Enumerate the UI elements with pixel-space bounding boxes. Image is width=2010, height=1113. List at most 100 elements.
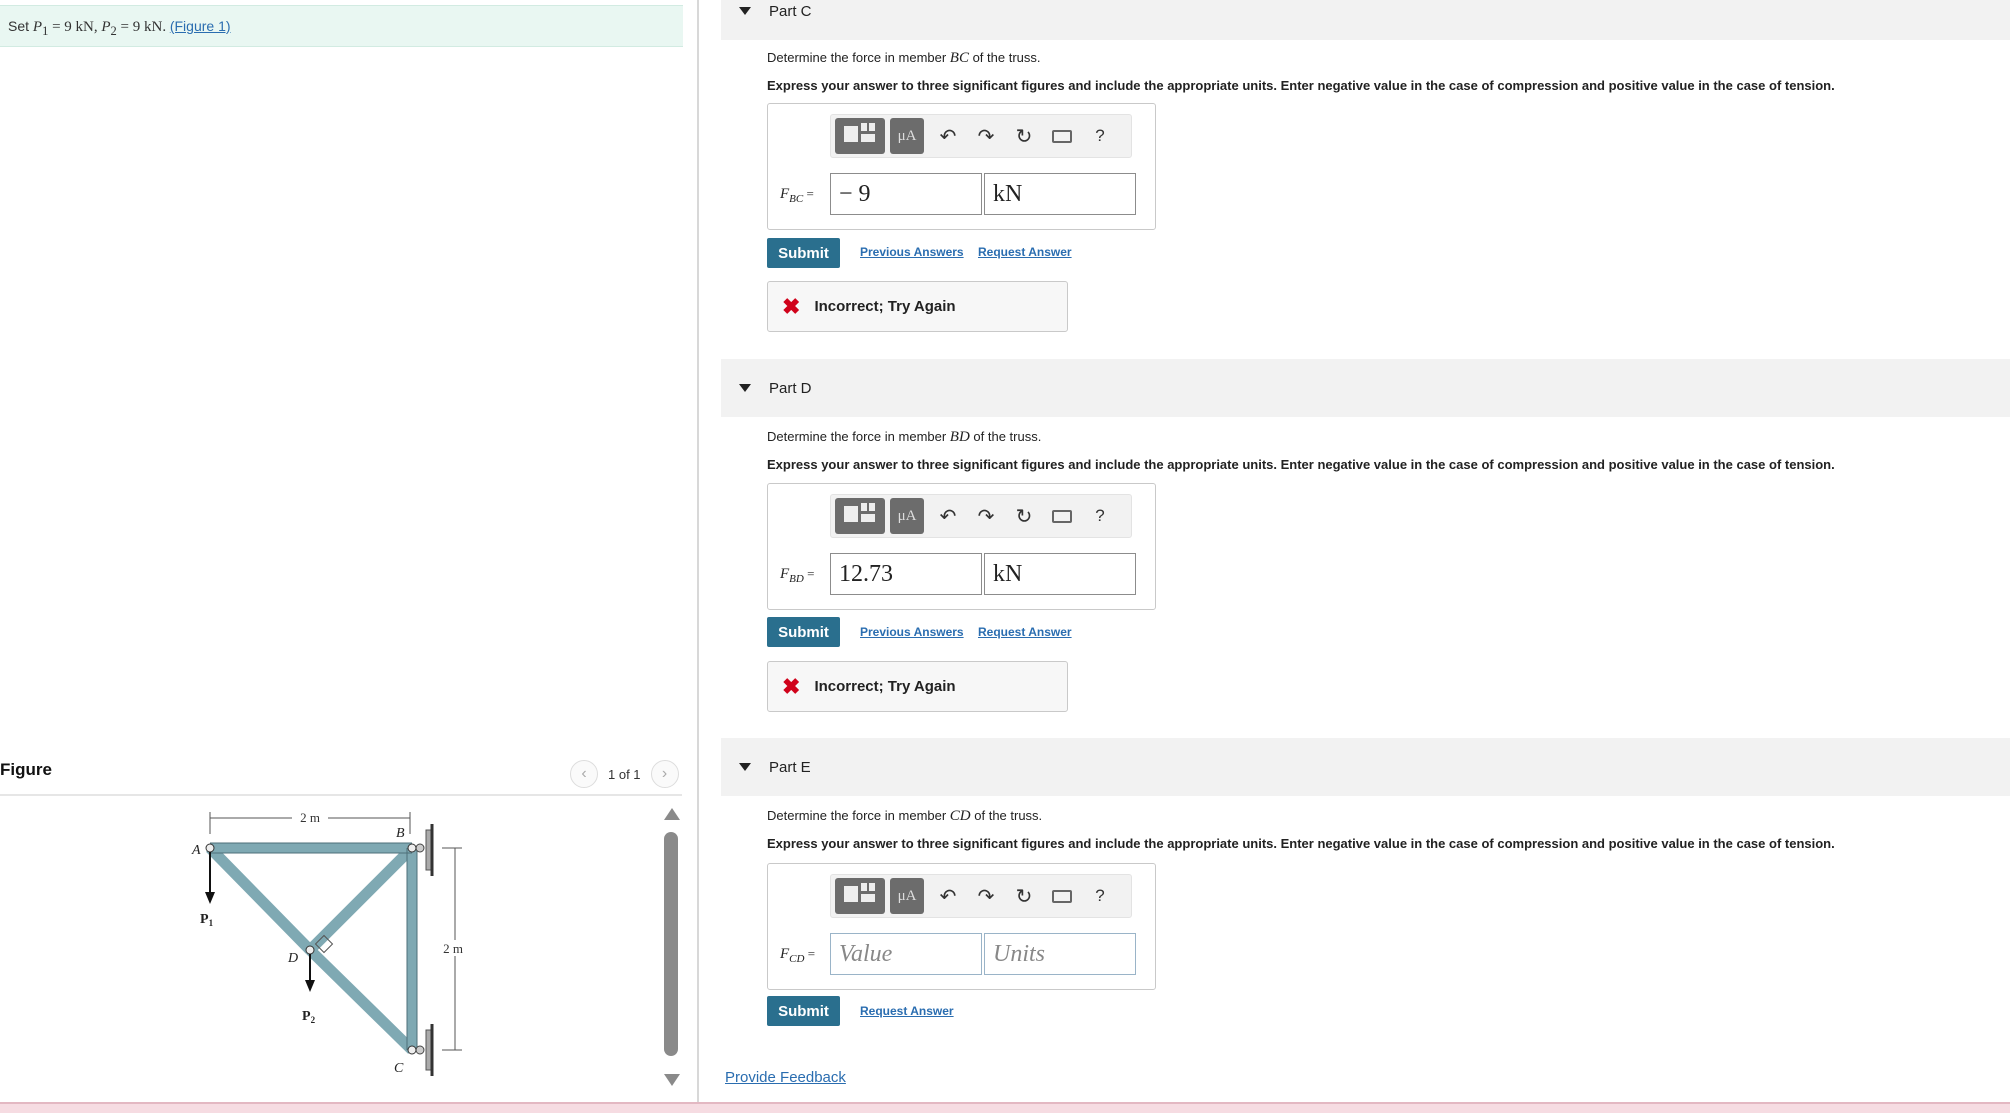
keyboard-button[interactable] <box>1043 505 1081 528</box>
scroll-down-arrow-icon[interactable] <box>664 1074 680 1086</box>
reset-icon[interactable]: ↻ <box>1005 884 1043 909</box>
keyboard-icon <box>1052 129 1072 143</box>
part-e-label-sub: CD <box>789 953 805 965</box>
load-p2-head <box>305 980 315 992</box>
part-d-feedback-text: Incorrect; Try Again <box>814 678 956 695</box>
chevron-right-icon: › <box>661 765 668 782</box>
part-e-request-answer-link[interactable]: Request Answer <box>860 1004 954 1018</box>
reset-icon[interactable]: ↻ <box>1005 504 1043 529</box>
scroll-thumb[interactable] <box>664 832 678 1056</box>
problem-after: . <box>162 19 170 35</box>
part-e-question: Determine the force in member CD of the … <box>767 808 1042 825</box>
part-c-instructions: Express your answer to three significant… <box>767 78 1835 93</box>
part-e-label-main: F <box>780 946 790 962</box>
pane-divider[interactable] <box>697 0 699 1113</box>
part-e-header[interactable]: Part E <box>721 738 2010 796</box>
reset-icon[interactable]: ↻ <box>1005 124 1043 149</box>
help-button[interactable]: ? <box>1081 126 1119 146</box>
truss-figure: 2 m 2 m A B D C P1 P2 <box>191 810 471 1076</box>
member-bd <box>306 844 416 954</box>
part-c-units-input[interactable] <box>984 173 1136 215</box>
templates-button[interactable] <box>835 118 885 154</box>
left-pane: Set P1 = 9 kN, P2 = 9 kN. (Figure 1) Fig… <box>0 0 697 1113</box>
part-c-label: FBC = <box>780 186 814 205</box>
part-c-title: Part C <box>769 2 812 20</box>
part-d-answer-box: μA ↶ ↷ ↻ ? FBD = <box>767 483 1156 610</box>
part-e-units-input[interactable] <box>984 933 1136 975</box>
keyboard-button[interactable] <box>1043 885 1081 908</box>
part-c-request-answer-link[interactable]: Request Answer <box>978 245 1072 259</box>
redo-icon[interactable]: ↷ <box>967 504 1005 529</box>
templates-icon <box>843 882 877 911</box>
part-d-units-input[interactable] <box>984 553 1136 595</box>
part-e-toolbar: μA ↶ ↷ ↻ ? <box>830 874 1132 918</box>
caret-down-icon <box>739 384 751 392</box>
part-e-value-input[interactable] <box>830 933 982 975</box>
part-c-header[interactable]: Part C <box>721 0 2010 40</box>
part-c-question-post: of the truss. <box>968 50 1041 65</box>
units-button[interactable]: μA <box>890 118 924 154</box>
part-e-title: Part E <box>769 758 811 776</box>
roller-b <box>415 843 425 853</box>
units-button[interactable]: μA <box>890 498 924 534</box>
p2-symbol: P <box>101 19 111 35</box>
part-c-feedback-text: Incorrect; Try Again <box>814 298 956 315</box>
keyboard-button[interactable] <box>1043 125 1081 148</box>
part-c-label-eq: = <box>803 186 814 201</box>
help-button[interactable]: ? <box>1081 506 1119 526</box>
joint-a <box>205 843 215 853</box>
figure-link[interactable]: (Figure 1) <box>170 18 231 34</box>
dim-top-label: 2 m <box>300 810 320 825</box>
label-p1: P1 <box>200 912 214 928</box>
part-d-value-input[interactable] <box>830 553 982 595</box>
bottom-bar <box>0 1102 2010 1113</box>
redo-icon[interactable]: ↷ <box>967 884 1005 909</box>
part-c-toolbar: μA ↶ ↷ ↻ ? <box>830 114 1132 158</box>
part-d-submit-button[interactable]: Submit <box>767 617 840 647</box>
label-p1-sub: 1 <box>209 918 214 928</box>
dim-right-label: 2 m <box>443 941 463 956</box>
part-e-submit-button[interactable]: Submit <box>767 996 840 1026</box>
part-c-label-main: F <box>780 186 790 202</box>
roller-c <box>415 1045 425 1055</box>
scroll-up-arrow-icon[interactable] <box>664 808 680 820</box>
units-button[interactable]: μA <box>890 878 924 914</box>
provide-feedback-link[interactable]: Provide Feedback <box>725 1069 846 1086</box>
part-d-request-answer-link[interactable]: Request Answer <box>978 625 1072 639</box>
templates-button[interactable] <box>835 498 885 534</box>
templates-icon <box>843 122 877 151</box>
undo-icon[interactable]: ↶ <box>929 124 967 149</box>
label-b: B <box>396 826 405 841</box>
part-c-value-input[interactable] <box>830 173 982 215</box>
p1-value: = 9 kN <box>48 19 94 35</box>
part-d-label: FBD = <box>780 566 814 585</box>
part-c-previous-answers-link[interactable]: Previous Answers <box>860 245 964 259</box>
part-c-answer-box: μA ↶ ↷ ↻ ? FBC = <box>767 103 1156 230</box>
part-c-submit-button[interactable]: Submit <box>767 238 840 268</box>
part-d-previous-answers-link[interactable]: Previous Answers <box>860 625 964 639</box>
label-a: A <box>191 843 201 858</box>
figure-page-indicator: 1 of 1 <box>608 766 641 782</box>
templates-button[interactable] <box>835 878 885 914</box>
label-p2: P2 <box>302 1009 316 1025</box>
help-button[interactable]: ? <box>1081 886 1119 906</box>
undo-icon[interactable]: ↶ <box>929 504 967 529</box>
part-d-label-main: F <box>780 566 790 582</box>
part-d-header[interactable]: Part D <box>721 359 2010 417</box>
part-e-answer-box: μA ↶ ↷ ↻ ? FCD = <box>767 863 1156 990</box>
part-d-label-eq: = <box>803 566 815 581</box>
part-c-feedback: ✖ Incorrect; Try Again <box>767 281 1068 332</box>
part-e-instructions: Express your answer to three significant… <box>767 836 1835 851</box>
next-figure-button[interactable]: › <box>650 760 679 788</box>
problem-text-set: Set <box>8 18 33 34</box>
prev-figure-button[interactable]: ‹ <box>570 760 598 788</box>
error-x-icon: ✖ <box>782 293 801 319</box>
part-e-label-eq: = <box>804 946 816 961</box>
redo-icon[interactable]: ↷ <box>967 124 1005 149</box>
figure-scrollbar[interactable] <box>660 806 682 1088</box>
undo-icon[interactable]: ↶ <box>929 884 967 909</box>
part-d-question: Determine the force in member BD of the … <box>767 429 1041 446</box>
figure-title: Figure <box>0 760 52 779</box>
part-d-toolbar: μA ↶ ↷ ↻ ? <box>830 494 1132 538</box>
caret-down-icon <box>739 7 751 15</box>
